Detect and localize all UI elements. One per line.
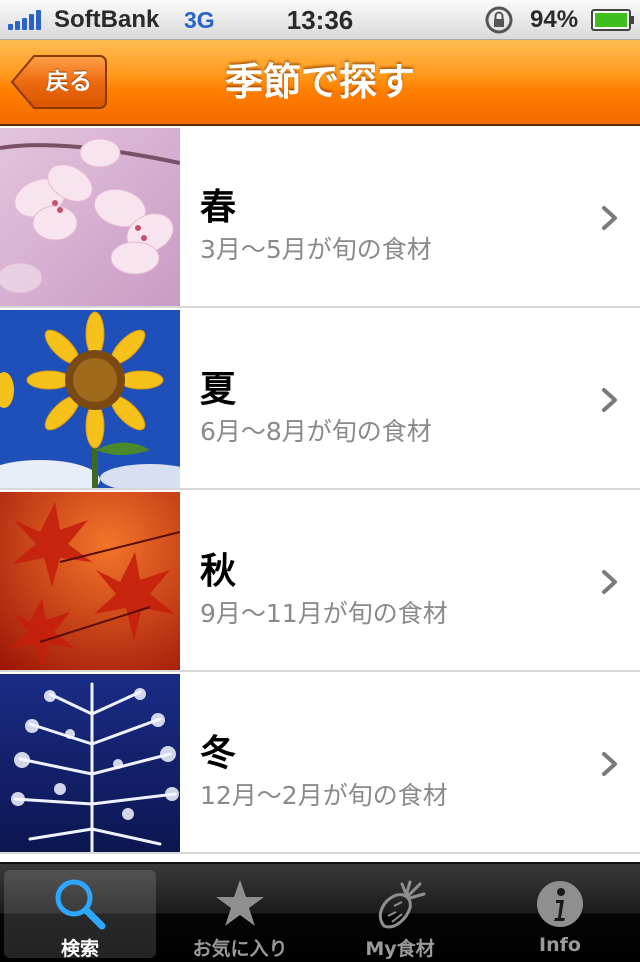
autumn-thumbnail xyxy=(0,492,180,670)
winter-thumbnail xyxy=(0,674,180,852)
tab-bar: 検索 お気に入り My食材 Info xyxy=(0,862,640,962)
season-list: 春 3月～5月が旬の食材 夏 6月～8月が旬の食材 秋 9月～11月が旬の食材 … xyxy=(0,126,640,854)
battery-icon xyxy=(591,9,634,31)
season-title: 春 xyxy=(200,187,237,228)
season-subtitle: 3月～5月が旬の食材 xyxy=(200,235,432,264)
tab-label: My食材 xyxy=(365,938,435,960)
page-title: 季節で探す xyxy=(224,60,415,104)
tab-info[interactable]: Info xyxy=(484,870,636,958)
season-row-winter[interactable]: 冬 12月～2月が旬の食材 xyxy=(0,672,640,854)
season-row-summer[interactable]: 夏 6月～8月が旬の食材 xyxy=(0,308,640,490)
tab-label: お気に入り xyxy=(192,938,288,960)
chevron-right-icon xyxy=(602,570,617,594)
tab-my-ingredients[interactable]: My食材 xyxy=(324,870,476,960)
search-icon xyxy=(55,879,106,930)
tab-label: 検索 xyxy=(60,938,99,960)
chevron-right-icon xyxy=(602,752,617,776)
rotation-lock-icon xyxy=(485,6,513,34)
info-icon xyxy=(537,881,583,927)
chevron-right-icon xyxy=(602,388,617,412)
season-subtitle: 6月～8月が旬の食材 xyxy=(200,417,432,446)
battery-percent: 94% xyxy=(530,6,579,33)
season-title: 秋 xyxy=(200,551,237,592)
season-subtitle: 12月～2月が旬の食材 xyxy=(200,781,448,810)
tab-label: Info xyxy=(539,934,581,956)
tab-search[interactable]: 検索 xyxy=(4,870,156,960)
navigation-bar: 戻る 季節で探す xyxy=(0,40,640,126)
tab-favorites[interactable]: お気に入り xyxy=(164,870,316,960)
season-subtitle: 9月～11月が旬の食材 xyxy=(200,599,448,628)
vegetable-icon xyxy=(378,880,426,929)
star-icon xyxy=(216,880,264,926)
chevron-right-icon xyxy=(602,206,617,230)
status-bar: SoftBank 3G 13:36 94% xyxy=(0,0,640,40)
spring-thumbnail xyxy=(0,128,180,306)
season-title: 夏 xyxy=(200,369,237,410)
summer-thumbnail xyxy=(0,310,180,488)
season-title: 冬 xyxy=(200,733,237,774)
season-row-autumn[interactable]: 秋 9月～11月が旬の食材 xyxy=(0,490,640,672)
season-row-spring[interactable]: 春 3月～5月が旬の食材 xyxy=(0,126,640,308)
